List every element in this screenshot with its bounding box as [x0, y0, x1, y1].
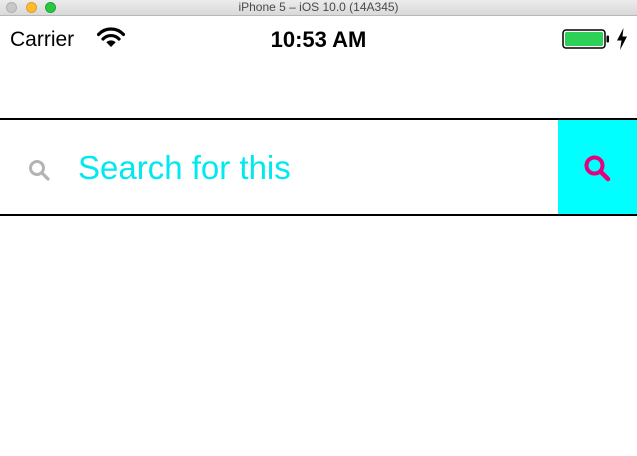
status-time: 10:53 AM — [270, 27, 367, 52]
search-icon — [584, 155, 611, 182]
status-bar: Carrier 10:53 AM — [0, 16, 637, 62]
search-submit-button[interactable] — [558, 120, 637, 214]
charging-bolt-icon — [617, 28, 627, 50]
simulator-window: iPhone 5 – iOS 10.0 (14A345) Carrier 10:… — [0, 0, 637, 456]
window-titlebar: iPhone 5 – iOS 10.0 (14A345) — [0, 0, 637, 16]
battery-icon — [562, 29, 609, 49]
window-title: iPhone 5 – iOS 10.0 (14A345) — [238, 0, 399, 14]
search-bar — [0, 118, 637, 216]
search-input[interactable] — [78, 142, 538, 194]
search-icon — [29, 160, 50, 181]
